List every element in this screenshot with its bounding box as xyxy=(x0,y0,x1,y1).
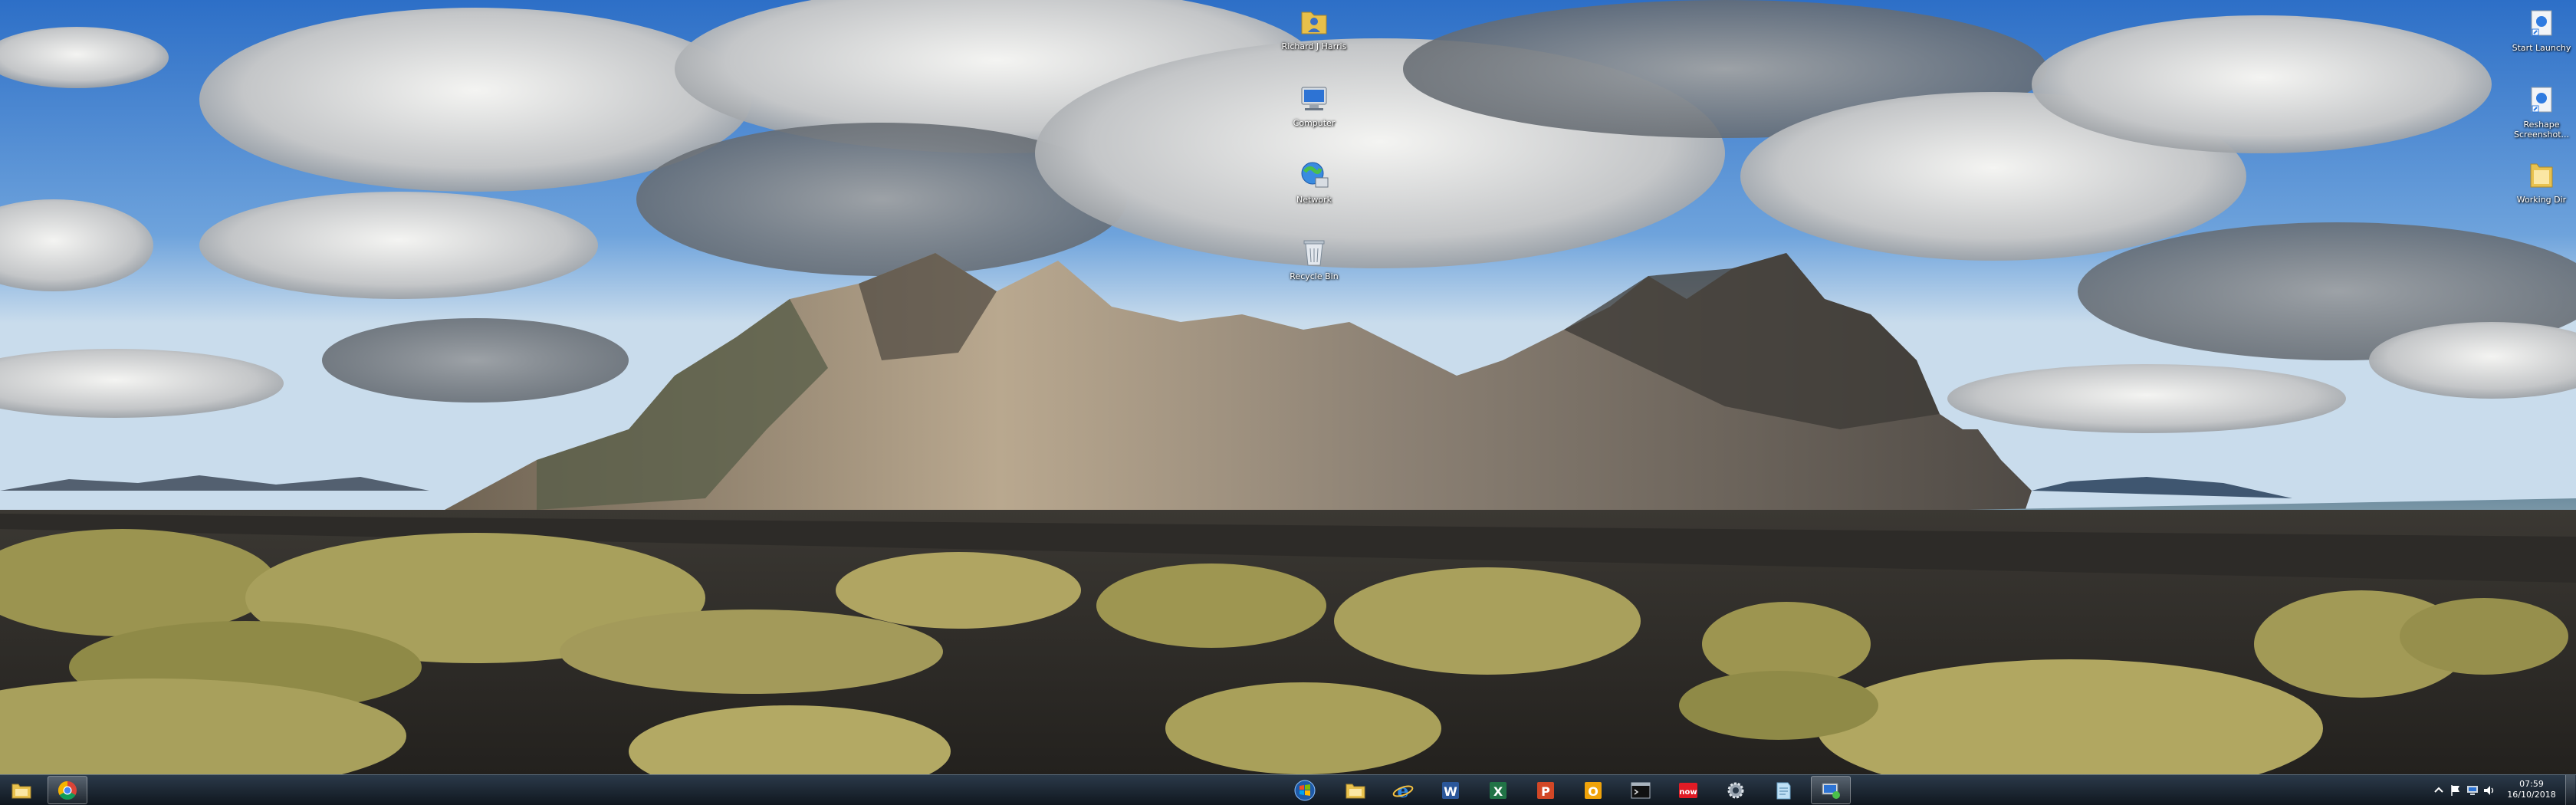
desktop-icon-working-dir[interactable]: Working Dir xyxy=(2499,158,2576,205)
svg-text:e: e xyxy=(1397,780,1408,802)
chevron-up-icon[interactable] xyxy=(2432,784,2446,797)
gear-icon xyxy=(1727,782,1744,798)
chrome-icon xyxy=(58,780,77,800)
ie-taskbar-button[interactable]: e xyxy=(1383,776,1423,804)
now-icon: now xyxy=(1679,782,1697,798)
svg-text:W: W xyxy=(1444,784,1457,799)
desktop-icon-computer[interactable]: Computer xyxy=(1272,81,1356,128)
explorer-taskbar-button[interactable] xyxy=(2,776,41,804)
desktop-icon-label: Computer xyxy=(1293,118,1336,128)
network-tray-icon[interactable] xyxy=(2466,784,2479,797)
desktop-icon-user-folder[interactable]: Richard J Harris xyxy=(1272,5,1356,51)
system-clock[interactable]: 07:59 16/10/2018 xyxy=(2501,779,2562,800)
desktop[interactable]: Richard J Harris Computer Network Recycl… xyxy=(0,0,2576,774)
chrome-taskbar-button[interactable] xyxy=(48,776,87,804)
user-folder-icon xyxy=(1301,12,1327,34)
computer-icon xyxy=(1301,87,1327,110)
shortcut-icon xyxy=(2531,10,2552,36)
windows-orb-icon xyxy=(1294,780,1316,800)
internet-explorer-icon: e xyxy=(1392,780,1414,802)
recycle-bin-icon xyxy=(1303,240,1325,266)
flag-icon[interactable] xyxy=(2449,784,2463,797)
show-desktop-button[interactable] xyxy=(2565,775,2575,805)
terminal-icon xyxy=(1631,782,1651,798)
excel-taskbar-button[interactable]: X xyxy=(1478,776,1518,804)
desktop-icon-label: Start Launchy xyxy=(2512,43,2571,53)
powerpoint-taskbar-button[interactable]: P xyxy=(1526,776,1566,804)
settings-taskbar-button[interactable] xyxy=(1716,776,1756,804)
desktop-icon-recycle-bin[interactable]: Recycle Bin xyxy=(1272,235,1356,281)
desktop-icon-network[interactable]: Network xyxy=(1272,158,1356,205)
folder-icon xyxy=(12,784,31,798)
desktop-icon-reshape-screenshot[interactable]: Reshape Screenshot... xyxy=(2499,83,2576,140)
word-icon: W xyxy=(1442,781,1459,799)
notes-taskbar-button[interactable] xyxy=(1763,776,1803,804)
start-button[interactable] xyxy=(1288,776,1322,804)
svg-text:P: P xyxy=(1541,784,1550,799)
shortcut-icon xyxy=(2531,87,2552,113)
now-taskbar-button[interactable]: now xyxy=(1668,776,1708,804)
svg-text:X: X xyxy=(1493,784,1503,799)
svg-text:now: now xyxy=(1679,788,1697,797)
outlook-icon: O xyxy=(1585,781,1602,799)
remote-desktop-taskbar-button[interactable] xyxy=(1811,776,1851,804)
powerpoint-icon: P xyxy=(1537,781,1554,799)
svg-text:O: O xyxy=(1588,784,1598,799)
folder-icon xyxy=(2530,163,2553,188)
explorer-taskbar-button[interactable] xyxy=(1336,776,1375,804)
taskbar[interactable]: e W X P O now 07:59 16/10/2018 xyxy=(0,774,2576,805)
excel-icon: X xyxy=(1490,781,1506,799)
clock-date: 16/10/2018 xyxy=(2507,790,2556,800)
terminal-taskbar-button[interactable] xyxy=(1621,776,1661,804)
outlook-taskbar-button[interactable]: O xyxy=(1573,776,1613,804)
desktop-icon-label: Working Dir xyxy=(2516,195,2567,205)
desktop-icon-start-launchy[interactable]: Start Launchy xyxy=(2499,6,2576,53)
volume-icon[interactable] xyxy=(2482,784,2496,797)
notepad-icon xyxy=(1776,782,1791,799)
network-icon xyxy=(1301,162,1329,188)
remote-desktop-icon xyxy=(1822,783,1840,799)
folder-icon xyxy=(1346,784,1365,798)
desktop-icon-label: Richard J Harris xyxy=(1281,41,1347,51)
desktop-icon-label: Network xyxy=(1296,195,1332,205)
clock-time: 07:59 xyxy=(2519,779,2544,789)
desktop-icon-label: Recycle Bin xyxy=(1290,271,1339,281)
word-taskbar-button[interactable]: W xyxy=(1431,776,1470,804)
desktop-icon-label: Reshape Screenshot... xyxy=(2513,120,2570,140)
